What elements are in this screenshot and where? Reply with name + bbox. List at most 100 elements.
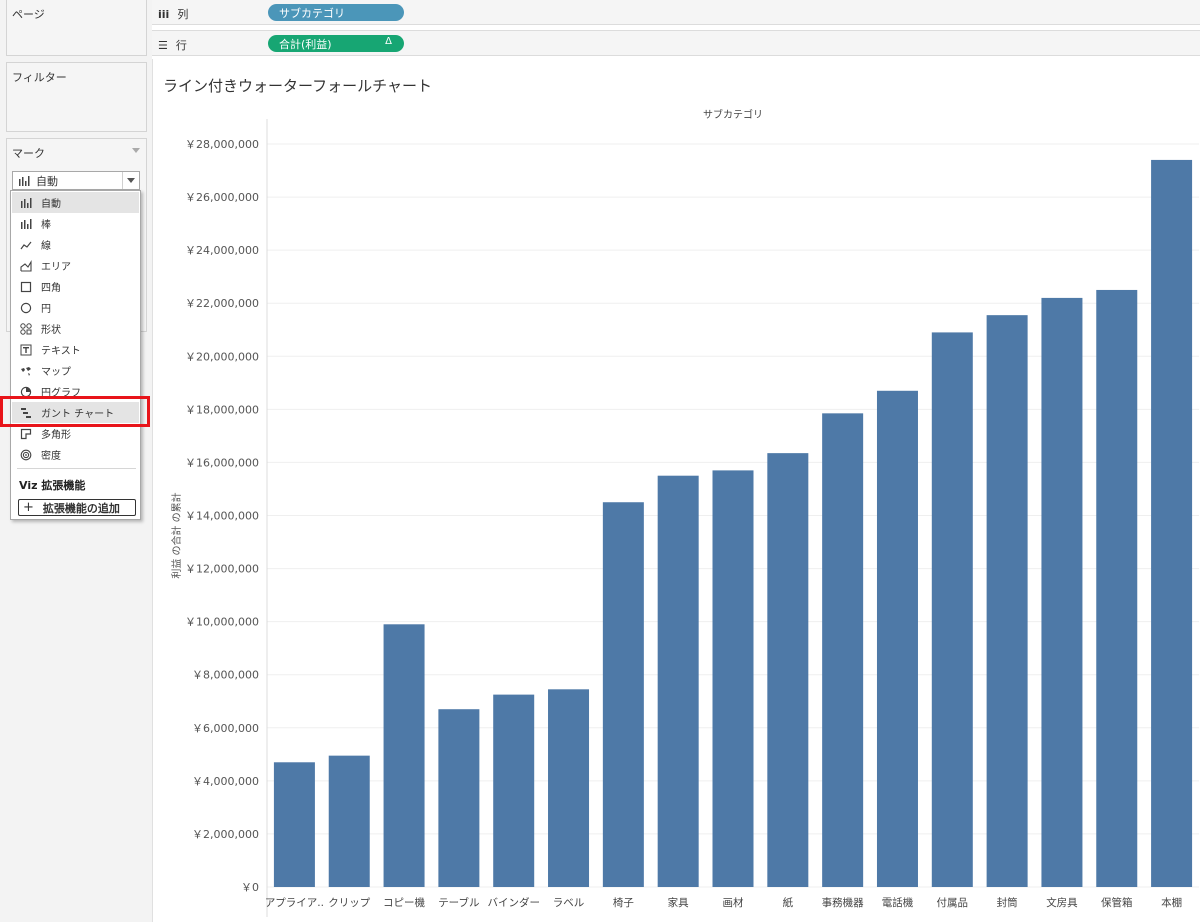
mark-type-label: 線 bbox=[41, 241, 51, 252]
plus-icon: + bbox=[23, 500, 34, 515]
x-tick-label: 電話機 bbox=[882, 896, 914, 909]
mark-type-label: マップ bbox=[41, 367, 71, 378]
marks-title: マーク bbox=[12, 147, 45, 160]
add-extension-button[interactable]: + 拡張機能の追加 bbox=[18, 499, 136, 516]
mark-type-label: 円 bbox=[41, 304, 51, 315]
pages-title: ページ bbox=[12, 8, 45, 21]
marks-menu-caret-icon[interactable] bbox=[132, 148, 140, 153]
rows-icon: ☰ bbox=[158, 38, 168, 52]
table-calc-delta-icon: Δ bbox=[385, 36, 392, 47]
y-tick-label: ￥22,000,000 bbox=[185, 297, 259, 310]
bar bbox=[1096, 289, 1138, 887]
mark-type-option-auto[interactable]: 自動 bbox=[12, 192, 139, 213]
y-tick-label: ￥10,000,000 bbox=[185, 616, 259, 629]
bar bbox=[602, 502, 644, 887]
mark-type-option-text[interactable]: テキスト bbox=[12, 339, 139, 360]
rows-pill-profit[interactable]: 合計(利益) Δ bbox=[268, 35, 404, 52]
x-tick-label: バインダー bbox=[487, 896, 540, 909]
bar bbox=[986, 315, 1028, 887]
mark-type-label: 密度 bbox=[41, 451, 61, 462]
columns-shelf-label: iii 列 bbox=[158, 6, 188, 22]
mark-type-option-area[interactable]: エリア bbox=[12, 255, 139, 276]
side-panel: ページ フィルター マーク 自動 自動 棒 線 エリア 四角 円 形状 テキスト… bbox=[0, 0, 152, 922]
square-icon bbox=[20, 281, 32, 293]
mark-type-label: 棒 bbox=[41, 220, 51, 231]
mark-type-label: 四角 bbox=[41, 283, 61, 294]
columns-pill-label: サブカテゴリ bbox=[279, 6, 345, 20]
mark-type-label: 自動 bbox=[41, 199, 61, 210]
columns-shelf[interactable]: iii 列 サブカテゴリ bbox=[152, 0, 1200, 25]
mark-type-label: エリア bbox=[41, 262, 71, 273]
polygon-icon bbox=[20, 428, 32, 440]
auto-bars-icon bbox=[19, 175, 30, 186]
text-icon bbox=[20, 344, 32, 356]
filters-title: フィルター bbox=[12, 71, 67, 84]
mark-type-label: テキスト bbox=[41, 346, 81, 357]
chevron-down-icon bbox=[127, 178, 135, 183]
y-tick-label: ￥8,000,000 bbox=[192, 669, 259, 682]
x-tick-label: 文房具 bbox=[1046, 896, 1078, 909]
x-tick-label: 家具 bbox=[668, 896, 689, 909]
mark-type-dropdown-list: 自動 棒 線 エリア 四角 円 形状 テキスト マップ 円グラフ ガント チャー… bbox=[10, 190, 141, 520]
y-tick-label: ￥16,000,000 bbox=[185, 456, 259, 469]
circle-icon bbox=[20, 302, 32, 314]
y-tick-label: ￥2,000,000 bbox=[192, 828, 259, 841]
mark-type-option-shape[interactable]: 形状 bbox=[12, 318, 139, 339]
bar bbox=[438, 709, 480, 887]
bar bbox=[931, 332, 973, 887]
rows-pill-label: 合計(利益) bbox=[279, 37, 332, 51]
mark-type-option-circle[interactable]: 円 bbox=[12, 297, 139, 318]
y-axis-title: 利益 の合計 の累計 bbox=[170, 492, 183, 578]
mark-type-dropdown-button[interactable] bbox=[122, 172, 139, 189]
y-tick-label: ￥28,000,000 bbox=[185, 138, 259, 151]
x-tick-label: 椅子 bbox=[613, 896, 634, 909]
view-area: ライン付きウォーターフォールチャート ￥0 ￥2,000,000 ￥4,000,00… bbox=[152, 59, 1200, 922]
mark-type-option-map[interactable]: マップ bbox=[12, 360, 139, 381]
bar bbox=[657, 475, 699, 887]
columns-pill-subcategory[interactable]: サブカテゴリ bbox=[268, 4, 404, 21]
x-tick-label: 付属品 bbox=[937, 896, 969, 909]
bar bbox=[328, 755, 370, 887]
mark-type-select[interactable]: 自動 bbox=[12, 171, 140, 190]
rows-shelf-label: ☰ 行 bbox=[158, 37, 187, 53]
y-tick-label: ￥24,000,000 bbox=[185, 244, 259, 257]
bar-icon bbox=[20, 218, 32, 230]
x-tick-label: コピー機 bbox=[383, 896, 425, 909]
x-tick-label: 画材 bbox=[723, 896, 744, 909]
bar-chart: ￥0 ￥2,000,000 ￥4,000,000 ￥6,000,000 ￥8,000,0… bbox=[170, 108, 1199, 917]
columns-label-text: 列 bbox=[177, 8, 189, 21]
y-tick-label: ￥6,000,000 bbox=[192, 722, 259, 735]
pages-card[interactable]: ページ bbox=[6, 0, 147, 56]
rows-shelf[interactable]: ☰ 行 合計(利益) Δ bbox=[152, 30, 1200, 56]
gantt-highlight-box bbox=[0, 396, 150, 427]
bar bbox=[876, 390, 918, 887]
shape-icon bbox=[20, 322, 32, 335]
column-header: サブカテゴリ bbox=[703, 108, 763, 121]
bar bbox=[767, 453, 809, 887]
y-tick-label: ￥12,000,000 bbox=[185, 563, 259, 576]
mark-type-option-density[interactable]: 密度 bbox=[12, 444, 139, 465]
filters-card[interactable]: フィルター bbox=[6, 62, 147, 132]
add-extension-label: 拡張機能の追加 bbox=[42, 501, 120, 515]
bar bbox=[273, 762, 315, 887]
x-tick-label: ラベル bbox=[553, 897, 585, 909]
auto-bars-icon bbox=[20, 197, 32, 209]
x-tick-label: 封筒 bbox=[997, 896, 1018, 909]
y-tick-label: ￥4,000,000 bbox=[192, 775, 259, 788]
bar bbox=[822, 413, 864, 887]
mark-type-option-bar[interactable]: 棒 bbox=[12, 213, 139, 234]
mark-type-label: 形状 bbox=[41, 325, 61, 336]
bar bbox=[1151, 159, 1193, 888]
area-icon bbox=[20, 259, 32, 272]
x-tick-label: 事務機器 bbox=[822, 896, 864, 909]
bar bbox=[493, 694, 535, 887]
y-tick-label: ￥14,000,000 bbox=[185, 510, 259, 523]
mark-type-option-square[interactable]: 四角 bbox=[12, 276, 139, 297]
x-tick-label: 本棚 bbox=[1161, 896, 1182, 909]
density-icon bbox=[20, 449, 32, 461]
y-tick-label: ￥18,000,000 bbox=[185, 403, 259, 416]
rows-label-text: 行 bbox=[175, 39, 187, 52]
y-tick-label: ￥26,000,000 bbox=[185, 191, 259, 204]
mark-type-option-line[interactable]: 線 bbox=[12, 234, 139, 255]
bar bbox=[383, 624, 425, 887]
